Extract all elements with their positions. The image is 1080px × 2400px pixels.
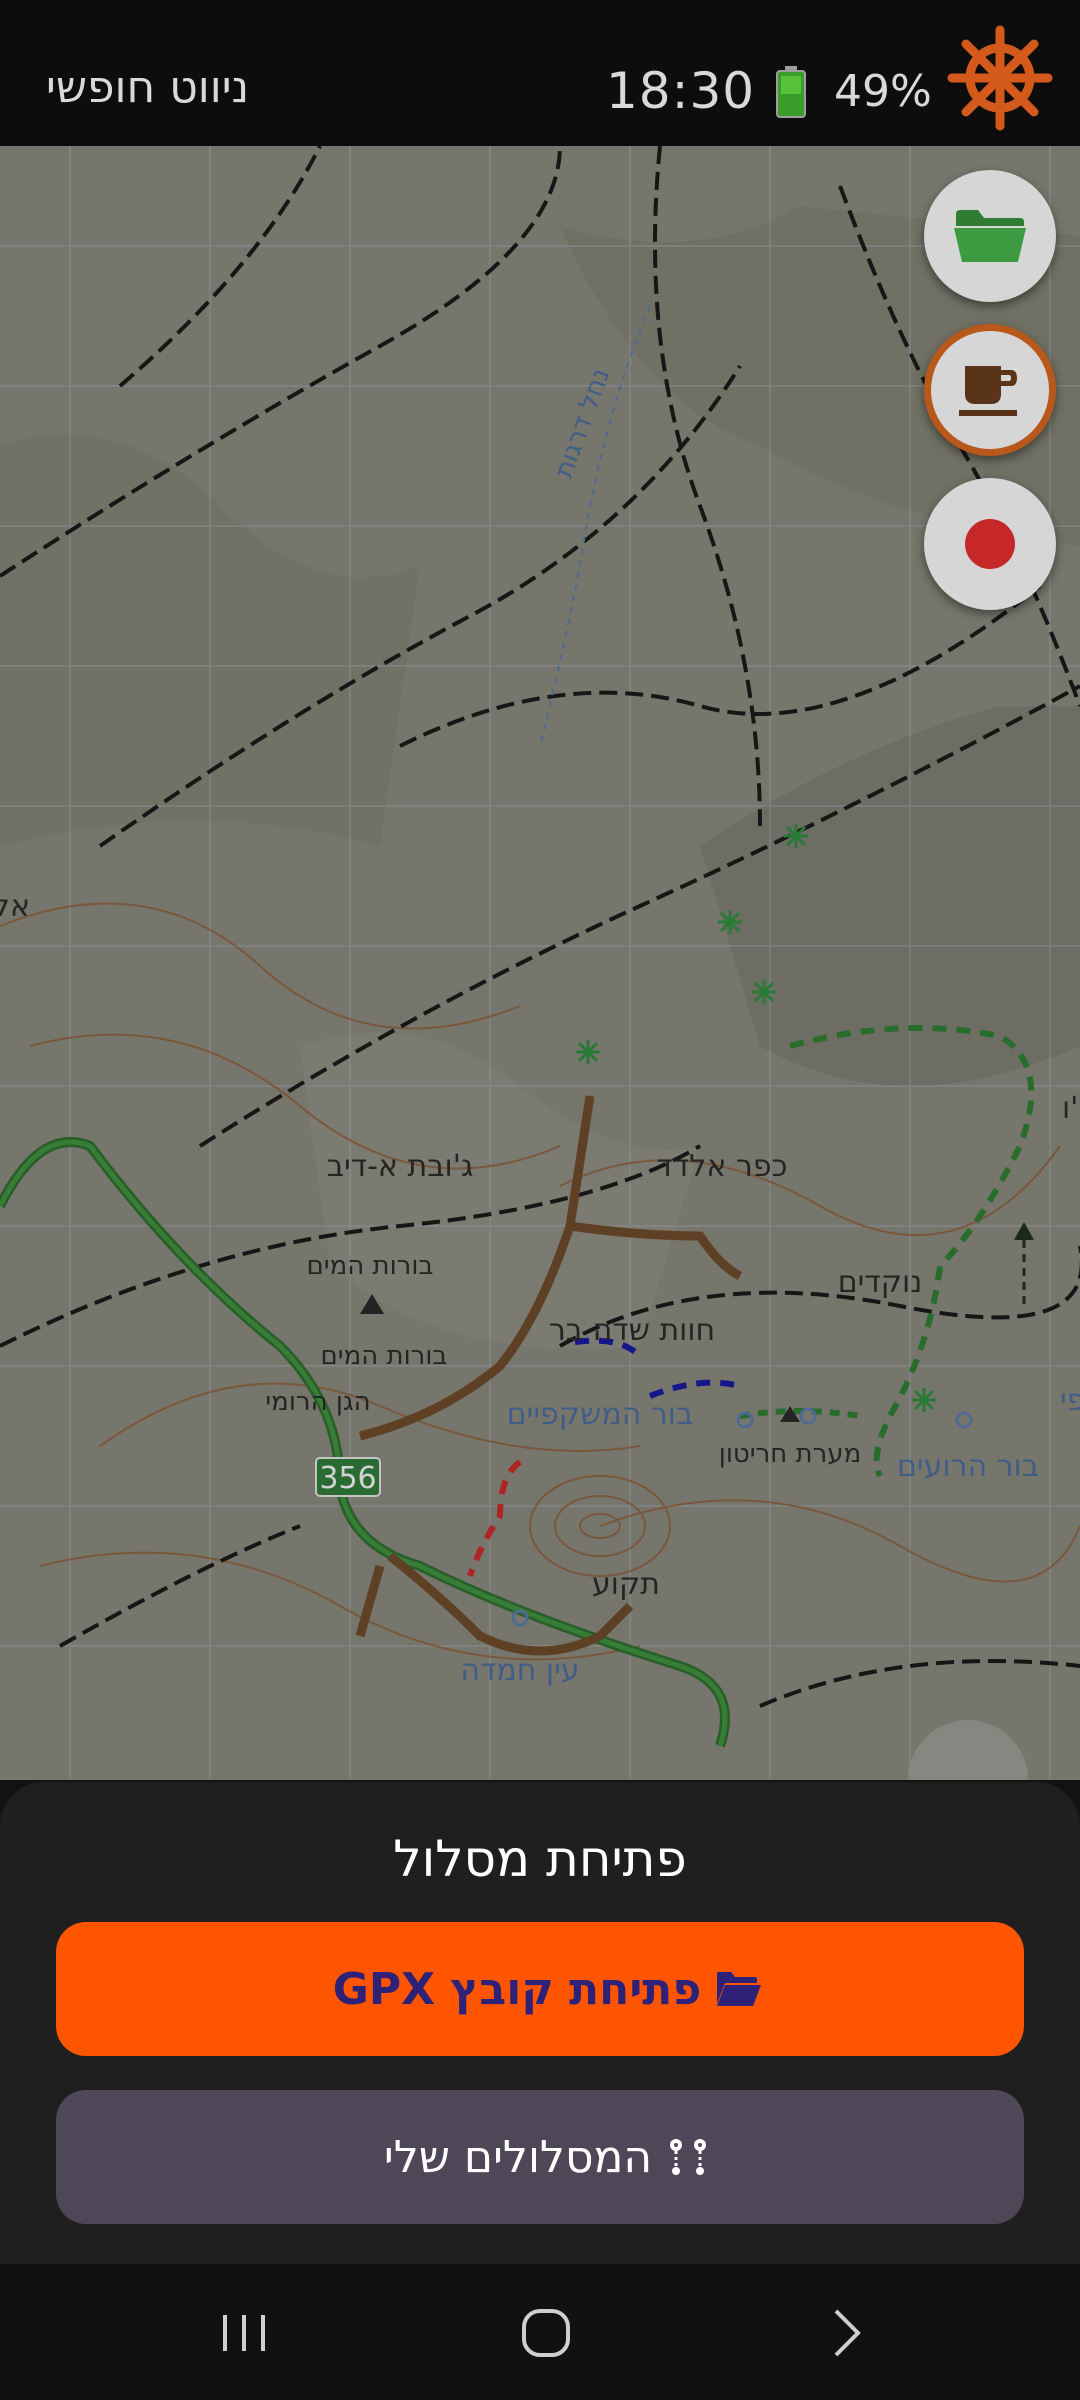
app-title: ניווט חופשי: [46, 62, 250, 113]
back-button[interactable]: [776, 2288, 916, 2378]
helm-wheel-icon[interactable]: [946, 24, 1054, 132]
status-bar: ניווט חופשי 18:30 49%: [0, 0, 1080, 146]
route-icon: [670, 2139, 707, 2175]
battery-icon: [776, 66, 806, 118]
my-tracks-label: המסלולים שלי: [383, 2131, 653, 2183]
my-tracks-button[interactable]: המסלולים שלי: [56, 2090, 1024, 2224]
open-folder-button[interactable]: [924, 170, 1056, 302]
record-icon: [965, 519, 1015, 569]
clock: 18:30: [606, 62, 756, 120]
open-gpx-file-button[interactable]: פתיחת קובץ GPX: [56, 1922, 1024, 2056]
battery-percent: 49%: [834, 66, 932, 117]
open-track-sheet: פתיחת מסלול פתיחת קובץ GPX המסלולים שלי: [0, 1782, 1080, 2264]
home-button[interactable]: [476, 2288, 616, 2378]
break-mode-button[interactable]: [924, 324, 1056, 456]
recent-apps-icon: [223, 2315, 265, 2351]
folder-icon: [954, 210, 1026, 262]
folder-open-icon: [717, 1972, 762, 2006]
sheet-title: פתיחת מסלול: [393, 1830, 687, 1888]
system-navigation-bar: [0, 2264, 1080, 2400]
map-view[interactable]: 356 נחל דרגות אל-ש ג'ובת א-דיב כפר אלדד …: [0, 146, 1080, 1780]
recent-apps-button[interactable]: [174, 2288, 314, 2378]
open-gpx-label: פתיחת קובץ GPX: [332, 1963, 702, 2015]
home-icon: [522, 2309, 570, 2357]
coffee-cup-icon: [959, 366, 1017, 416]
record-track-button[interactable]: [924, 478, 1056, 610]
topographic-map[interactable]: 356 נחל דרגות אל-ש ג'ובת א-דיב כפר אלדד …: [0, 146, 1080, 1780]
chevron-right-icon: [834, 2309, 861, 2357]
